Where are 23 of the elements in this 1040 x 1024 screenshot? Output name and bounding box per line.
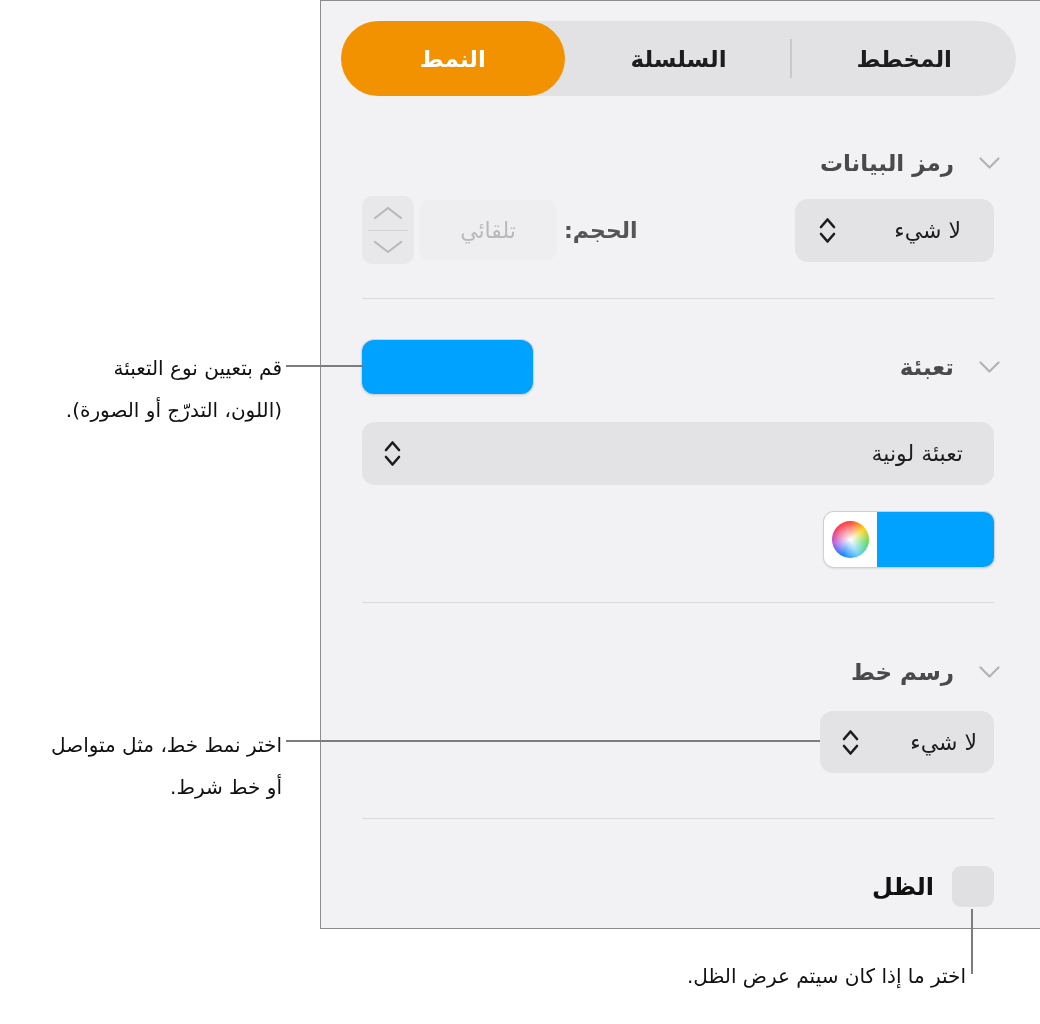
checkbox-label: الظل — [871, 872, 934, 901]
callout-text: اختر نمط خط، مثل متواصل أو خط شرط. — [51, 732, 282, 801]
section-title: تعبئة — [899, 353, 954, 382]
popup-button[interactable]: لا شيء — [820, 711, 994, 773]
popup-button[interactable]: لا شيء — [795, 198, 994, 262]
chevron-down-icon[interactable] — [979, 157, 1000, 169]
section-title: رمز البيانات — [819, 149, 954, 178]
up-down-chevron-icon — [384, 440, 401, 467]
field-label: الحجم: — [564, 217, 638, 243]
chevron-down-icon[interactable] — [979, 666, 1000, 678]
popup-button[interactable]: تعبئة لونية — [362, 422, 994, 485]
up-down-chevron-icon — [819, 216, 836, 244]
color-wheel-icon[interactable] — [832, 521, 869, 558]
section-title: رسم خط — [850, 658, 954, 687]
up-down-chevron-icon — [842, 728, 859, 756]
leader-line — [971, 909, 973, 974]
color-well[interactable] — [824, 512, 994, 567]
chevron-down-icon[interactable] — [979, 361, 1000, 373]
callout-text: اختر ما إذا كان سيتم عرض الظل. — [686, 963, 966, 990]
callout-text: قم بتعيين نوع التعبئة (اللون، التدرّج أو الصورة). — [65, 355, 282, 424]
color-swatch-button[interactable] — [362, 340, 533, 394]
tab[interactable]: السلسلة — [566, 21, 791, 96]
tab[interactable]: المخطط — [792, 21, 1016, 96]
